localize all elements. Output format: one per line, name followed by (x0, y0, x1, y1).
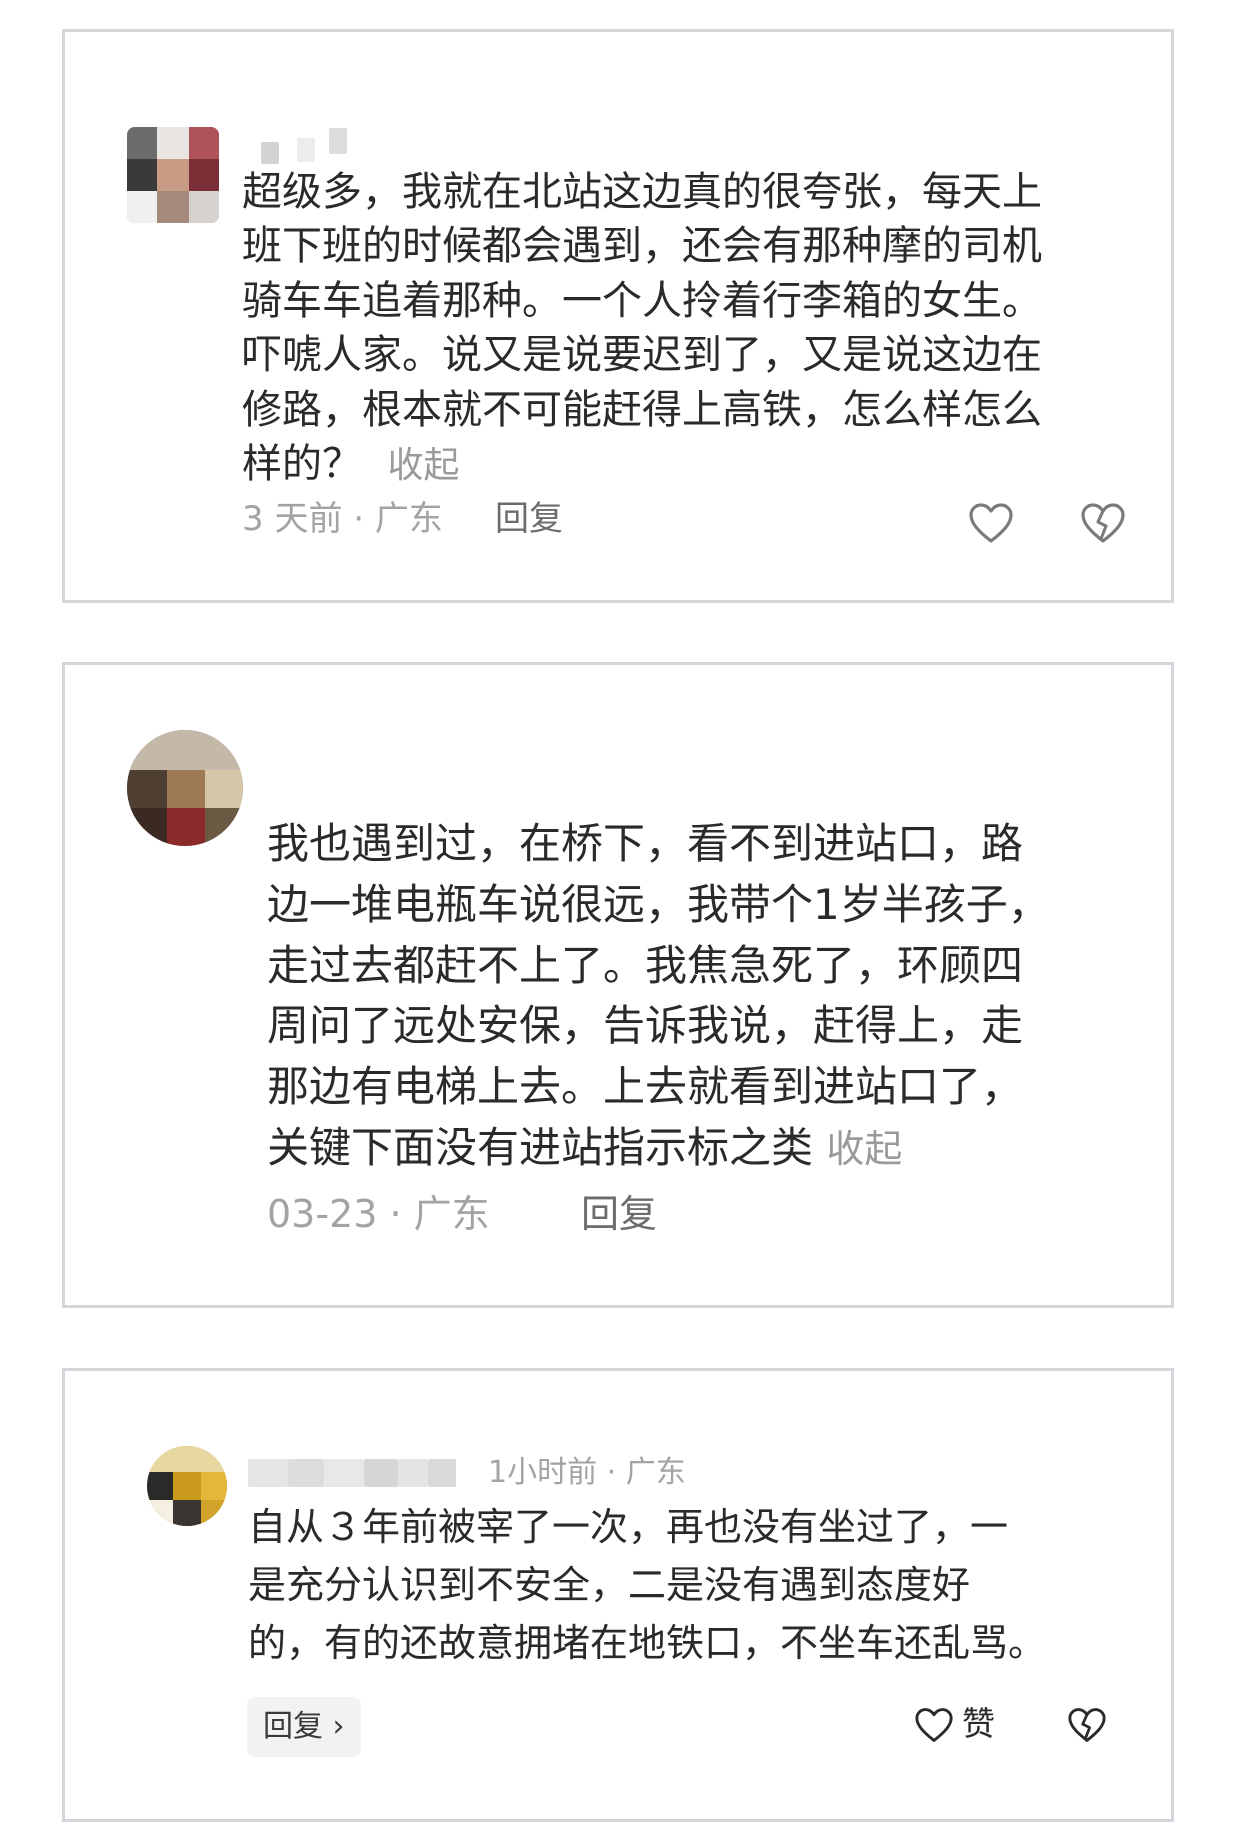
broken-heart-icon[interactable] (1080, 502, 1126, 544)
heart-outline-icon[interactable] (968, 502, 1014, 544)
comment-meta: 1小时前 · 广东 (488, 1455, 686, 1490)
comment-text: 我也遇到过，在桥下，看不到进站口，路 边一堆电瓶车说很远，我带个1岁半孩子， 走… (267, 819, 1050, 1172)
comment-meta: 03-23 · 广东 (267, 1192, 490, 1236)
broken-heart-icon[interactable] (1067, 1707, 1107, 1743)
collapse-link[interactable]: 收起 (387, 445, 459, 486)
comment-meta: 3 天前 · 广东 (242, 499, 443, 539)
collapse-link[interactable]: 收起 (826, 1127, 902, 1171)
username-blurred[interactable] (261, 128, 351, 168)
comment-card-3: 1小时前 · 广东 自从３年前被宰了一次，再也没有坐过了，一 是充分认识到不安全… (62, 1368, 1174, 1822)
like-label[interactable]: 赞 (962, 1703, 995, 1745)
reply-button[interactable]: 回复 (495, 497, 563, 541)
reply-button[interactable]: 回复 › (247, 1697, 361, 1757)
comment-card-2: 我也遇到过，在桥下，看不到进站口，路 边一堆电瓶车说很远，我带个1岁半孩子， 走… (62, 662, 1174, 1308)
avatar[interactable] (127, 127, 219, 223)
heart-outline-icon[interactable] (914, 1707, 954, 1743)
reply-button[interactable]: 回复 (581, 1190, 657, 1238)
comment-text: 超级多，我就在北站这边真的很夸张，每天上 班下班的时候都会遇到，还会有那种摩的司… (242, 169, 1042, 488)
avatar[interactable] (127, 730, 243, 846)
comment-text: 自从３年前被宰了一次，再也没有坐过了，一 是充分认识到不安全，二是没有遇到态度好… (248, 1505, 1047, 1665)
avatar[interactable] (147, 1446, 227, 1526)
username-blurred[interactable] (248, 1457, 458, 1489)
comment-card-1: 超级多，我就在北站这边真的很夸张，每天上 班下班的时候都会遇到，还会有那种摩的司… (62, 29, 1174, 603)
